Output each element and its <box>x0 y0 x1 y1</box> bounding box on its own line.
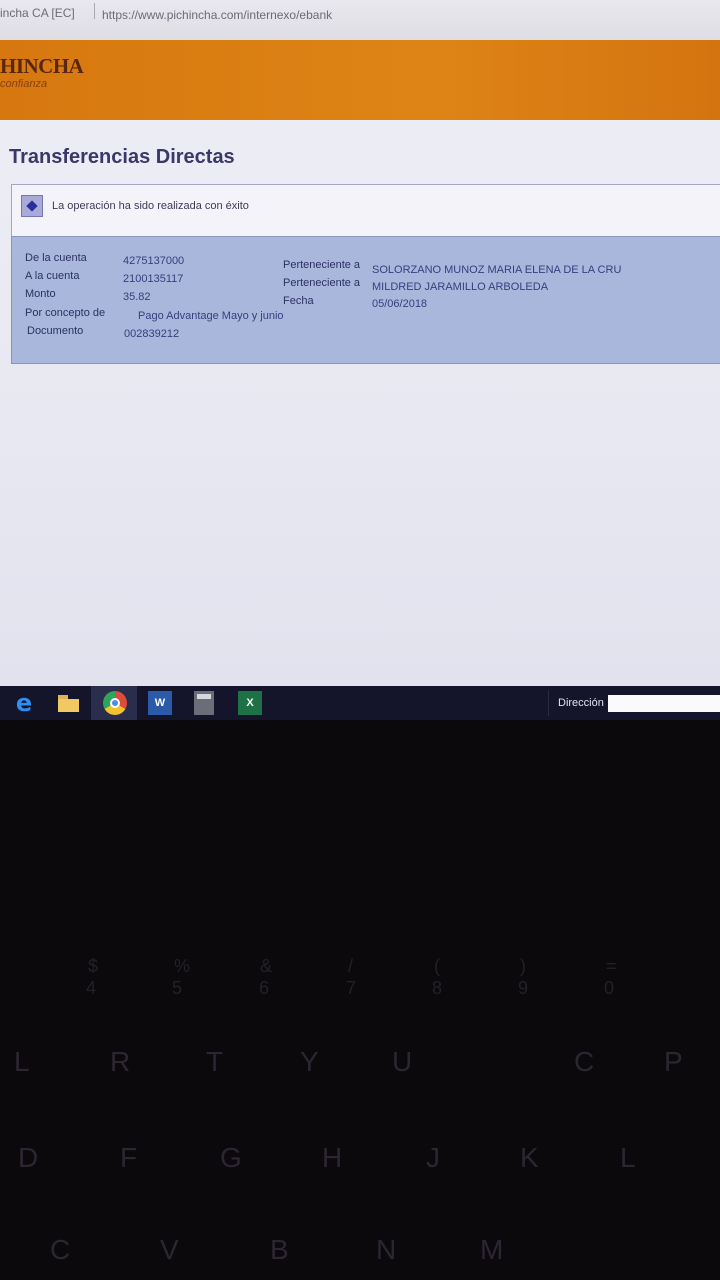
physical-keyboard: $ % & / ( ) = 4 5 6 7 8 9 0 L R T Y U C … <box>0 720 720 1280</box>
key-letter: F <box>120 1142 138 1173</box>
key-letter: L <box>14 1046 30 1077</box>
taskbar: e W X Dirección <box>0 686 720 720</box>
key-number: 6 <box>259 978 270 998</box>
key-number: 4 <box>86 978 97 998</box>
from-account-value: 4275137000 <box>123 255 185 267</box>
recipient-owner-label: Perteneciente a <box>283 277 361 289</box>
key-symbol: % <box>174 956 191 976</box>
key-symbol: $ <box>88 956 99 976</box>
date-value: 05/06/2018 <box>372 298 428 310</box>
key-letter: N <box>376 1234 397 1265</box>
amount-label: Monto <box>25 288 56 300</box>
taskbar-divider <box>548 690 549 716</box>
key-symbol: / <box>348 956 354 976</box>
key-letter: R <box>110 1046 131 1077</box>
browser-address-bar: incha CA [EC] https://www.pichincha.com/… <box>0 0 720 41</box>
key-letter: C <box>574 1046 595 1077</box>
key-letter: L <box>620 1142 636 1173</box>
excel-icon[interactable]: X <box>238 691 262 715</box>
url-field[interactable]: https://www.pichincha.com/internexo/eban… <box>102 8 332 22</box>
key-symbol: ) <box>520 956 526 976</box>
web-page: HINCHA confianza Transferencias Directas… <box>0 40 720 686</box>
page-title: Transferencias Directas <box>9 146 235 168</box>
address-toolbar-label: Dirección <box>558 697 604 709</box>
key-letter: C <box>50 1234 71 1265</box>
key-letter: K <box>520 1142 539 1173</box>
recipient-owner-value: MILDRED JARAMILLO ARBOLEDA <box>372 281 549 293</box>
success-message: La operación ha sido realizada con éxito <box>11 184 720 242</box>
chrome-icon[interactable] <box>103 691 127 715</box>
file-explorer-icon[interactable] <box>57 691 81 715</box>
key-symbol: = <box>606 956 617 976</box>
address-separator <box>94 3 95 19</box>
brand-tagline: confianza <box>0 78 48 90</box>
site-identity[interactable]: incha CA [EC] <box>0 6 75 20</box>
key-letter: B <box>270 1234 289 1265</box>
date-label: Fecha <box>283 295 314 307</box>
concept-label: Por concepto de <box>25 307 106 319</box>
calculator-icon[interactable] <box>194 691 214 715</box>
address-toolbar-input[interactable] <box>608 695 720 712</box>
key-letter: P <box>664 1046 683 1077</box>
key-letter: T <box>206 1046 224 1077</box>
transfer-details-panel: De la cuenta 4275137000 A la cuenta 2100… <box>11 236 720 364</box>
key-number: 8 <box>432 978 443 998</box>
key-letter: J <box>426 1142 440 1173</box>
key-symbol: ( <box>434 956 440 976</box>
sender-owner-value: SOLORZANO MUNOZ MARIA ELENA DE LA CRU <box>372 264 622 276</box>
amount-value: 35.82 <box>123 291 151 303</box>
from-account-label: De la cuenta <box>25 252 87 264</box>
to-account-label: A la cuenta <box>25 270 80 282</box>
key-letter: V <box>160 1234 179 1265</box>
key-number: 0 <box>604 978 615 998</box>
key-letter: U <box>392 1046 413 1077</box>
word-icon[interactable]: W <box>148 691 172 715</box>
to-account-value: 2100135117 <box>123 273 184 285</box>
edge-icon[interactable]: e <box>12 691 36 715</box>
key-symbol: & <box>260 956 273 976</box>
key-letter: M <box>480 1234 504 1265</box>
key-letter: H <box>322 1142 343 1173</box>
brand-header: HINCHA confianza <box>0 40 720 120</box>
key-number: 9 <box>518 978 529 998</box>
key-letter: G <box>220 1142 242 1173</box>
document-value: 002839212 <box>124 328 180 340</box>
key-letter: Y <box>300 1046 319 1077</box>
info-icon <box>21 195 43 217</box>
key-number: 7 <box>346 978 357 998</box>
concept-value: Pago Advantage Mayo y junio <box>138 310 284 322</box>
key-number: 5 <box>172 978 183 998</box>
sender-owner-label: Perteneciente a <box>283 259 361 271</box>
brand-logo[interactable]: HINCHA <box>0 54 84 79</box>
key-letter: D <box>18 1142 39 1173</box>
success-message-text: La operación ha sido realizada con éxito <box>52 200 249 212</box>
document-label: Documento <box>27 325 84 337</box>
